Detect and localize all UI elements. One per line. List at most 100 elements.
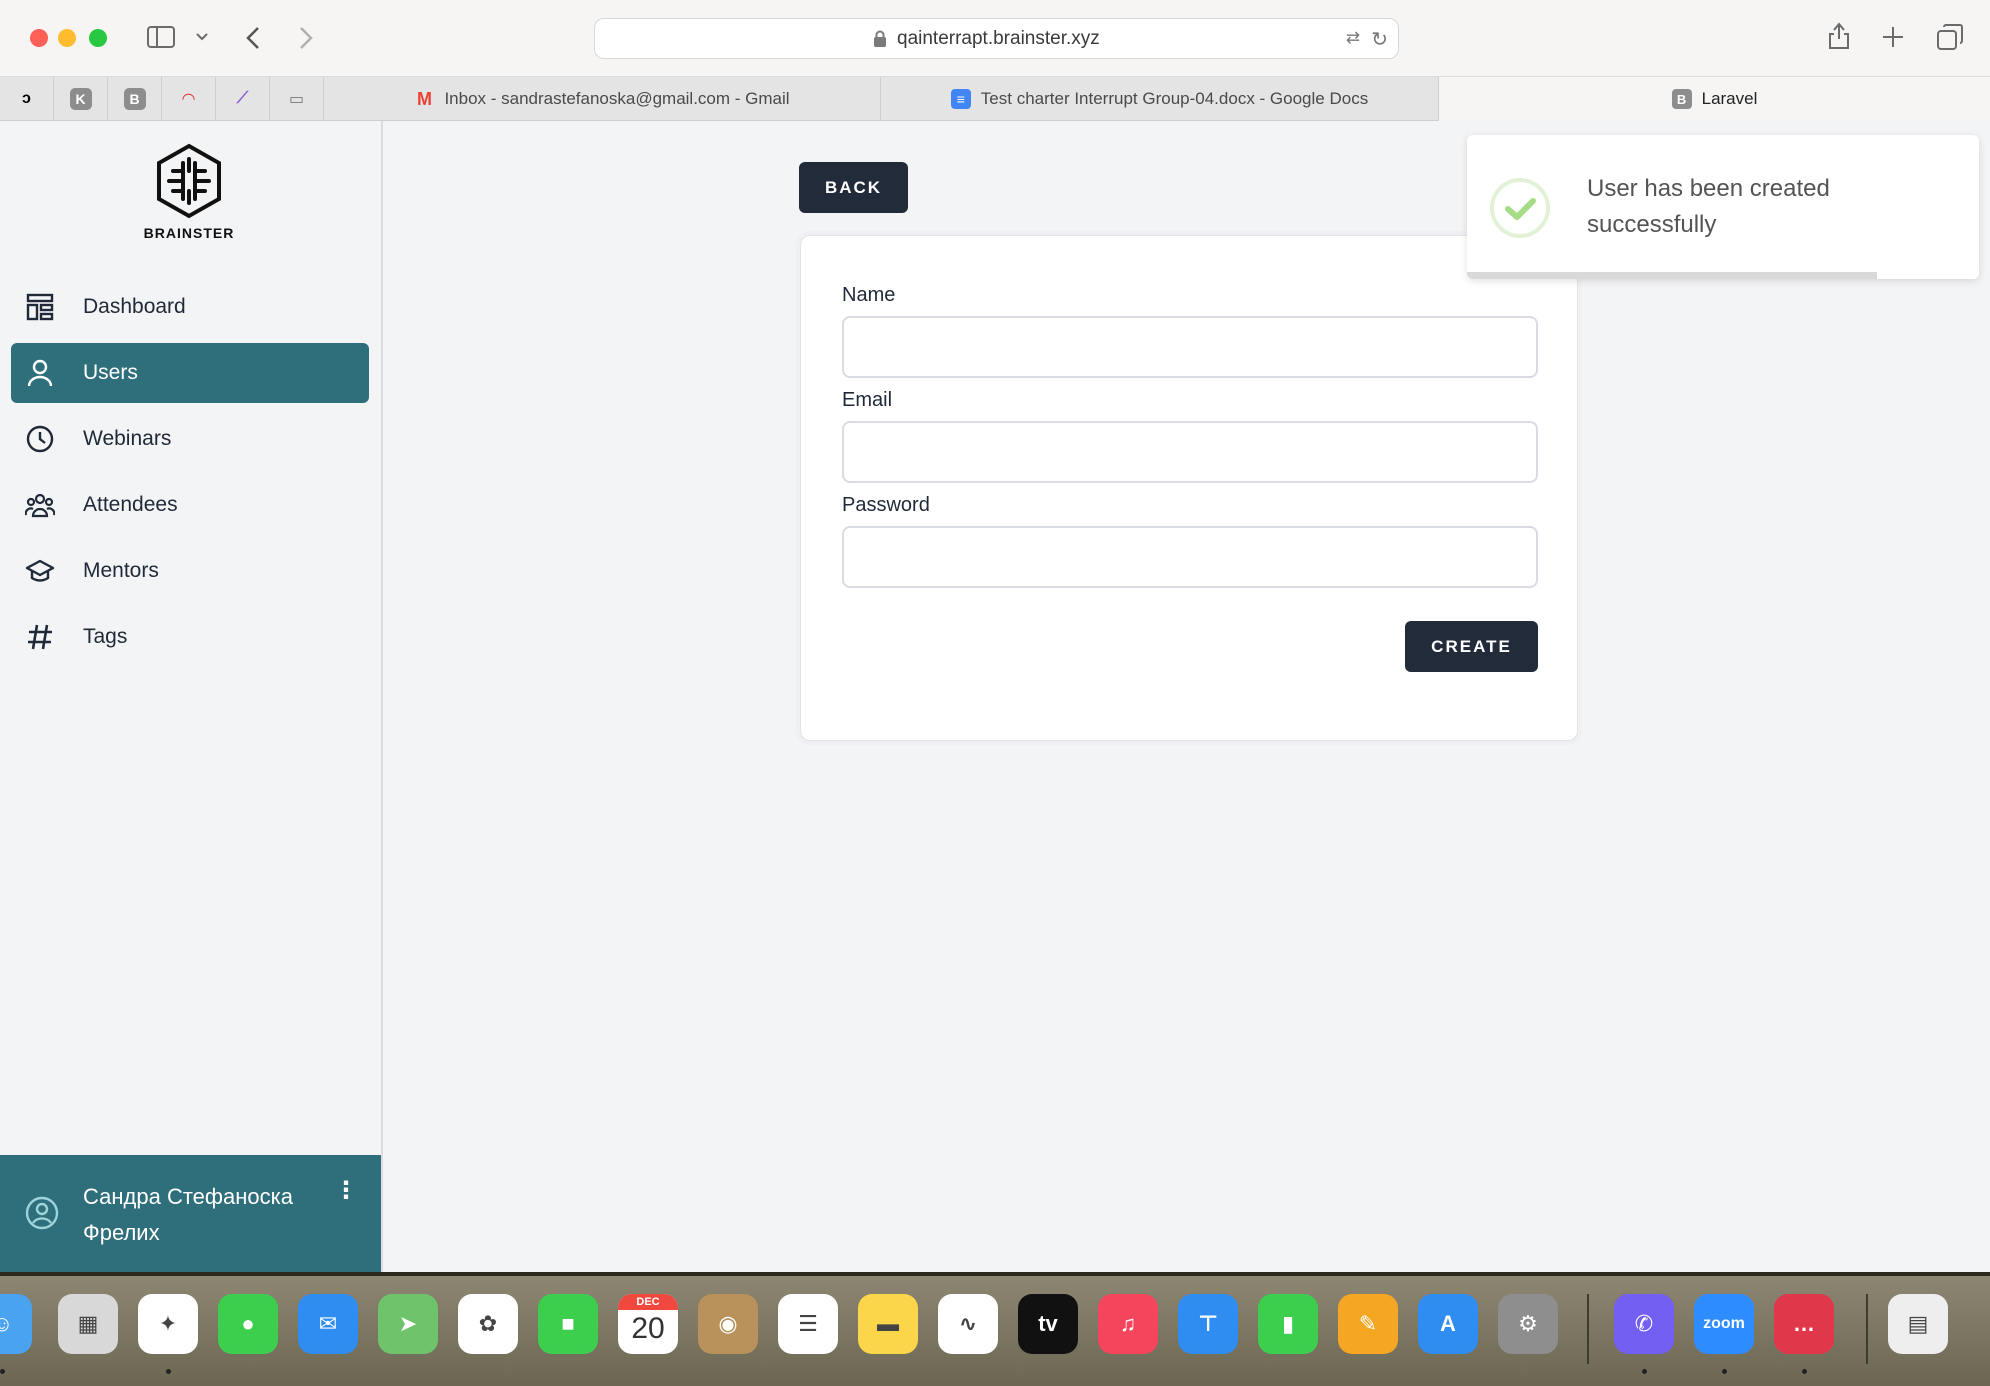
sidebar-item-attendees[interactable]: Attendees [11, 475, 369, 535]
minimize-window-button[interactable] [58, 29, 76, 47]
running-indicator [166, 1369, 171, 1374]
toast-message: User has been created successfully [1587, 175, 1830, 238]
photos-icon[interactable]: ✿ [458, 1294, 518, 1354]
pinned-tab-k-icon[interactable]: K [54, 77, 108, 121]
success-check-icon [1490, 178, 1550, 238]
more-options-icon[interactable]: ⋮ [334, 1179, 358, 1203]
translate-icon[interactable]: ⇄ [1346, 28, 1360, 48]
rocketchat-icon[interactable]: … [1774, 1294, 1834, 1354]
running-indicator [1722, 1369, 1727, 1374]
mail-icon[interactable]: ✉ [298, 1294, 358, 1354]
calendar-icon[interactable]: DEC 20 [618, 1294, 678, 1354]
launchpad-icon[interactable]: ▦ [58, 1294, 118, 1354]
google-docs-icon: ≡ [950, 89, 971, 109]
sidebar-item-dashboard[interactable]: Dashboard [11, 277, 369, 337]
browser-window: qainterrapt.brainster.xyz ⇄ ↻ ↄ K B ◠ ⟋ … [0, 0, 1990, 1272]
apple-tv-icon[interactable]: tv [1018, 1294, 1078, 1354]
safari-icon[interactable]: ✦ [138, 1294, 198, 1354]
sidebar-item-label: Tags [83, 625, 128, 648]
toast-progress-bar [1467, 272, 1877, 279]
chevron-down-icon[interactable] [196, 33, 208, 41]
create-button[interactable]: CREATE [1405, 621, 1538, 672]
running-indicator [0, 1369, 5, 1374]
sidebar-item-tags[interactable]: Tags [11, 607, 369, 667]
success-toast[interactable]: User has been created successfully [1467, 135, 1979, 279]
pinned-tab-feather-icon[interactable]: ⟋ [216, 77, 270, 121]
sidebar-item-label: Mentors [83, 559, 159, 582]
pinned-tab-glyph: ◠ [182, 91, 195, 108]
brainster-logo[interactable]: BRAINSTER [130, 143, 248, 241]
sidebar: BRAINSTER Dashboard Users Webinars Atten… [0, 121, 383, 1272]
clock-icon [26, 425, 54, 453]
system-settings-icon[interactable]: ⚙ [1498, 1294, 1558, 1354]
sidebar-item-mentors[interactable]: Mentors [11, 541, 369, 601]
forward-arrow-icon[interactable] [299, 26, 313, 50]
tab-label: Test charter Interrupt Group-04.docx - G… [980, 89, 1369, 108]
pinned-tab-glyph: B [123, 88, 146, 110]
running-indicator [1642, 1369, 1647, 1374]
address-bar[interactable]: qainterrapt.brainster.xyz ⇄ ↻ [594, 18, 1399, 59]
new-tab-icon[interactable] [1882, 26, 1904, 48]
dock-separator [1866, 1294, 1868, 1364]
numbers-icon[interactable]: ▮ [1258, 1294, 1318, 1354]
gmail-icon: M [416, 88, 432, 109]
pages-icon[interactable]: ✎ [1338, 1294, 1398, 1354]
viber-icon[interactable]: ✆ [1614, 1294, 1674, 1354]
notes-icon[interactable]: ▬ [858, 1294, 918, 1354]
pinned-tab-glyph: ⟋ [236, 90, 249, 107]
zoom-window-button[interactable] [89, 29, 107, 47]
reload-icon[interactable]: ↻ [1371, 27, 1388, 52]
tab-bar: ↄ K B ◠ ⟋ ▭ M Inbox - sandrastefanoska@g… [0, 77, 1990, 121]
facetime-icon[interactable]: ■ [538, 1294, 598, 1354]
tab-google-docs[interactable]: ≡ Test charter Interrupt Group-04.docx -… [881, 77, 1439, 121]
pinned-tab-b-icon[interactable]: B [108, 77, 162, 121]
back-button[interactable]: BACK [799, 162, 908, 213]
music-icon[interactable]: ♫ [1098, 1294, 1158, 1354]
pinned-tab-glyph: ↄ [22, 90, 31, 107]
running-indicator [1802, 1369, 1807, 1374]
pinned-tab-d-icon[interactable]: ↄ [0, 77, 54, 121]
freeform-icon[interactable]: ∿ [938, 1294, 998, 1354]
sidebar-item-label: Dashboard [83, 295, 186, 318]
sidebar-item-label: Webinars [83, 427, 172, 450]
browser-toolbar: qainterrapt.brainster.xyz ⇄ ↻ [0, 0, 1990, 77]
sidebar-item-users[interactable]: Users [11, 343, 369, 403]
url-text: qainterrapt.brainster.xyz [897, 28, 1100, 49]
lock-icon [874, 30, 886, 47]
maps-icon[interactable]: ➤ [378, 1294, 438, 1354]
tab-laravel[interactable]: B Laravel [1439, 77, 1990, 121]
tab-overview-icon[interactable] [1937, 24, 1963, 50]
calendar-month-label: DEC [618, 1294, 678, 1310]
reminders-icon[interactable]: ☰ [778, 1294, 838, 1354]
user-name: Сандра Стефаноска Фрелих [83, 1184, 293, 1245]
password-field[interactable] [842, 526, 1538, 588]
calendar-day-label: 20 [631, 1312, 665, 1345]
contacts-icon[interactable]: ◉ [698, 1294, 758, 1354]
email-label: Email [842, 389, 893, 411]
name-label: Name [842, 284, 896, 306]
pinned-tab-glyph: K [69, 88, 92, 110]
tab-label: Inbox - sandrastefanoska@gmail.com - Gma… [444, 89, 790, 108]
share-icon[interactable] [1827, 22, 1851, 50]
avatar-icon [25, 1196, 59, 1230]
laravel-b-icon: B [1671, 89, 1692, 109]
name-field[interactable] [842, 316, 1538, 378]
app-store-icon[interactable]: A [1418, 1294, 1478, 1354]
back-arrow-icon[interactable] [246, 26, 260, 50]
graduation-cap-icon [25, 559, 55, 582]
email-field[interactable] [842, 421, 1538, 483]
pinned-tab-speedometer-icon[interactable]: ◠ [162, 77, 216, 121]
user-profile[interactable]: Сандра Стефаноска Фрелих ⋮ [0, 1155, 381, 1272]
messages-icon[interactable]: ● [218, 1294, 278, 1354]
toast-progress-track [1467, 272, 1979, 279]
sidebar-item-webinars[interactable]: Webinars [11, 409, 369, 469]
keynote-icon[interactable]: ⊤ [1178, 1294, 1238, 1354]
zoom-icon[interactable]: zoom [1694, 1294, 1754, 1354]
sidebar-toggle-icon[interactable] [147, 26, 175, 48]
tab-gmail[interactable]: M Inbox - sandrastefanoska@gmail.com - G… [324, 77, 881, 121]
xlsx-file-icon[interactable]: ▤ [1888, 1294, 1948, 1354]
pinned-tab-glyph: ▭ [288, 91, 305, 108]
pinned-tab-monitor-icon[interactable]: ▭ [270, 77, 324, 121]
close-window-button[interactable] [30, 29, 48, 47]
finder-icon[interactable]: ☺ [0, 1294, 32, 1354]
